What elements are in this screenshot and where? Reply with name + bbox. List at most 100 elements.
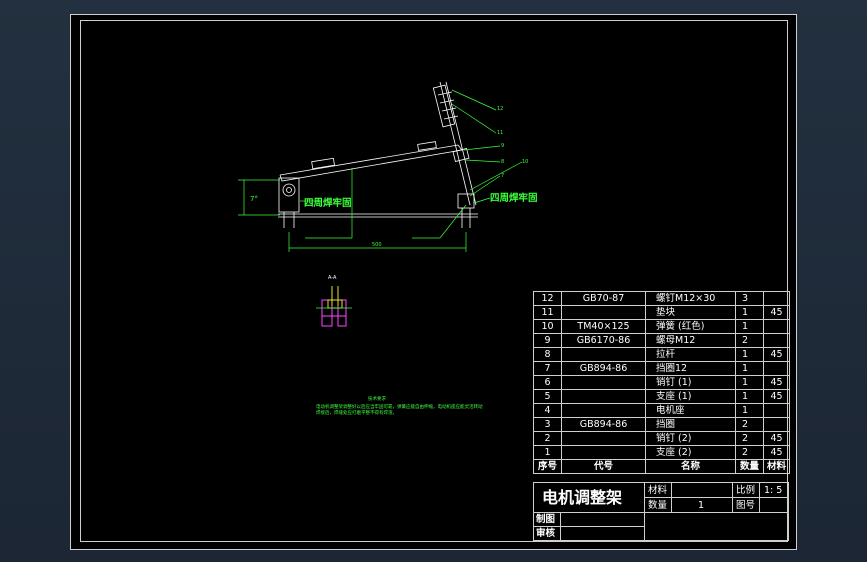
bom-row: 3 GB894-86 挡圈 2 [533, 417, 790, 432]
bom-material-cell [763, 403, 790, 418]
bom-material-cell [763, 291, 790, 306]
scale-value-cell: 1: 5 [759, 482, 789, 498]
bom-code-cell [561, 431, 646, 446]
bom-material-cell: 45 [763, 389, 790, 404]
bom-header-seq: 序号 [533, 459, 562, 474]
bom-header-material: 材料 [763, 459, 790, 474]
svg-text:9: 9 [501, 143, 504, 149]
section-label: A-A [328, 275, 337, 281]
bom-code-cell [561, 445, 646, 460]
spring-rod [432, 81, 477, 228]
bom-seq-cell: 7 [533, 361, 562, 376]
bom-name-cell: 支座 (1) [645, 389, 736, 404]
company-cell [644, 512, 789, 541]
bom-name-cell: 销钉 (2) [645, 431, 736, 446]
tech-requirements-line-1: 电动机调整架调整好以后应当牢固可靠，弹簧应能自由伸缩，电动机座应能灵活转动 [316, 403, 483, 410]
bom-qty-cell: 1 [735, 319, 764, 334]
bom-code-cell: GB6170-86 [561, 333, 646, 348]
material-label: 材料 [648, 485, 668, 496]
bom-qty-cell: 1 [735, 361, 764, 376]
bom-code-cell [561, 403, 646, 418]
svg-text:8: 8 [501, 159, 504, 165]
motor-base-plate [279, 141, 463, 182]
drafter-label-cell: 制图 [533, 512, 561, 527]
bom-seq-cell: 10 [533, 319, 562, 334]
bom-seq-cell: 6 [533, 375, 562, 390]
quantity-label-cell: 数量 [644, 497, 672, 513]
drawing-no-label: 图号 [736, 500, 756, 511]
bom-seq-cell: 1 [533, 445, 562, 460]
weld-note-left: 四周焊牢固 [304, 197, 352, 209]
bom-seq-cell: 8 [533, 347, 562, 362]
bom-code-cell: GB70-87 [561, 291, 646, 306]
bom-material-cell [763, 333, 790, 348]
bom-name-cell: 支座 (2) [645, 445, 736, 460]
bom-name-cell: 挡圈 [645, 417, 736, 432]
bom-name-cell: 螺母M12 [645, 333, 736, 348]
bom-code-cell: GB894-86 [561, 361, 646, 376]
weld-note-right: 四周焊牢固 [490, 192, 538, 204]
bom-code-cell [561, 389, 646, 404]
bom-material-cell: 45 [763, 431, 790, 446]
material-value-cell [671, 482, 733, 498]
quantity-value: 1 [698, 500, 705, 511]
bom-row: 11 垫块 1 45 [533, 305, 790, 320]
drawing-no-label-cell: 图号 [732, 497, 760, 513]
bom-qty-cell: 1 [735, 305, 764, 320]
bom-seq-cell: 5 [533, 389, 562, 404]
bom-seq-cell: 2 [533, 431, 562, 446]
dimension-span-label: 500 [372, 242, 382, 248]
bom-header-row: 序号 代号 名称 数量 材料 [533, 459, 790, 474]
drafter-value-cell [560, 512, 645, 527]
bom-row: 5 支座 (1) 1 45 [533, 389, 790, 404]
bom-header-name: 名称 [645, 459, 736, 474]
bill-of-materials: 12 GB70-87 螺钉M12×30 3 11 垫块 1 45 10 TM40×125 弹簧 (红… [533, 291, 790, 474]
tech-requirements-title: 技术要求 [368, 395, 386, 402]
section-view: A-A [316, 275, 352, 327]
bom-seq-cell: 9 [533, 333, 562, 348]
bom-row: 2 销钉 (2) 2 45 [533, 431, 790, 446]
bom-qty-cell: 2 [735, 445, 764, 460]
bom-seq-cell: 4 [533, 403, 562, 418]
scale-value: 1: 5 [764, 485, 783, 496]
bom-header-code: 代号 [561, 459, 646, 474]
bom-name-cell: 弹簧 (红色) [645, 319, 736, 334]
bom-material-cell [763, 361, 790, 376]
bom-seq-cell: 3 [533, 417, 562, 432]
bom-material-cell [763, 319, 790, 334]
bom-code-cell [561, 375, 646, 390]
bom-seq-cell: 11 [533, 305, 562, 320]
svg-text:10: 10 [522, 159, 528, 165]
left-support [278, 177, 300, 228]
bom-name-cell: 销钉 (1) [645, 375, 736, 390]
bom-material-cell: 45 [763, 375, 790, 390]
bom-row: 8 拉杆 1 45 [533, 347, 790, 362]
svg-text:12: 12 [497, 106, 503, 112]
bom-row: 9 GB6170-86 螺母M12 2 [533, 333, 790, 348]
bom-code-cell [561, 347, 646, 362]
scale-label: 比例 [736, 485, 756, 496]
bom-row: 12 GB70-87 螺钉M12×30 3 [533, 291, 790, 306]
quantity-value-cell: 1 [671, 497, 733, 513]
scale-label-cell: 比例 [732, 482, 760, 498]
reviewer-value-cell [560, 526, 645, 541]
bom-name-cell: 挡圈12 [645, 361, 736, 376]
bom-qty-cell: 1 [735, 347, 764, 362]
svg-text:7: 7 [501, 173, 504, 179]
bom-name-cell: 拉杆 [645, 347, 736, 362]
bom-name-cell: 电机座 [645, 403, 736, 418]
bom-code-cell: GB894-86 [561, 417, 646, 432]
bom-qty-cell: 2 [735, 417, 764, 432]
bom-material-cell: 45 [763, 305, 790, 320]
bom-qty-cell: 1 [735, 375, 764, 390]
bom-row: 6 销钉 (1) 1 45 [533, 375, 790, 390]
bom-code-cell: TM40×125 [561, 319, 646, 334]
bom-material-cell: 45 [763, 347, 790, 362]
bom-qty-cell: 1 [735, 403, 764, 418]
drafter-label: 制图 [536, 514, 556, 525]
bom-material-cell: 45 [763, 445, 790, 460]
bom-header-qty: 数量 [735, 459, 764, 474]
reviewer-label-cell: 审核 [533, 526, 561, 541]
tech-requirements-line-2: 焊接后，焊缝处应打磨平整不得有焊渣。 [316, 409, 397, 416]
bom-name-cell: 垫块 [645, 305, 736, 320]
